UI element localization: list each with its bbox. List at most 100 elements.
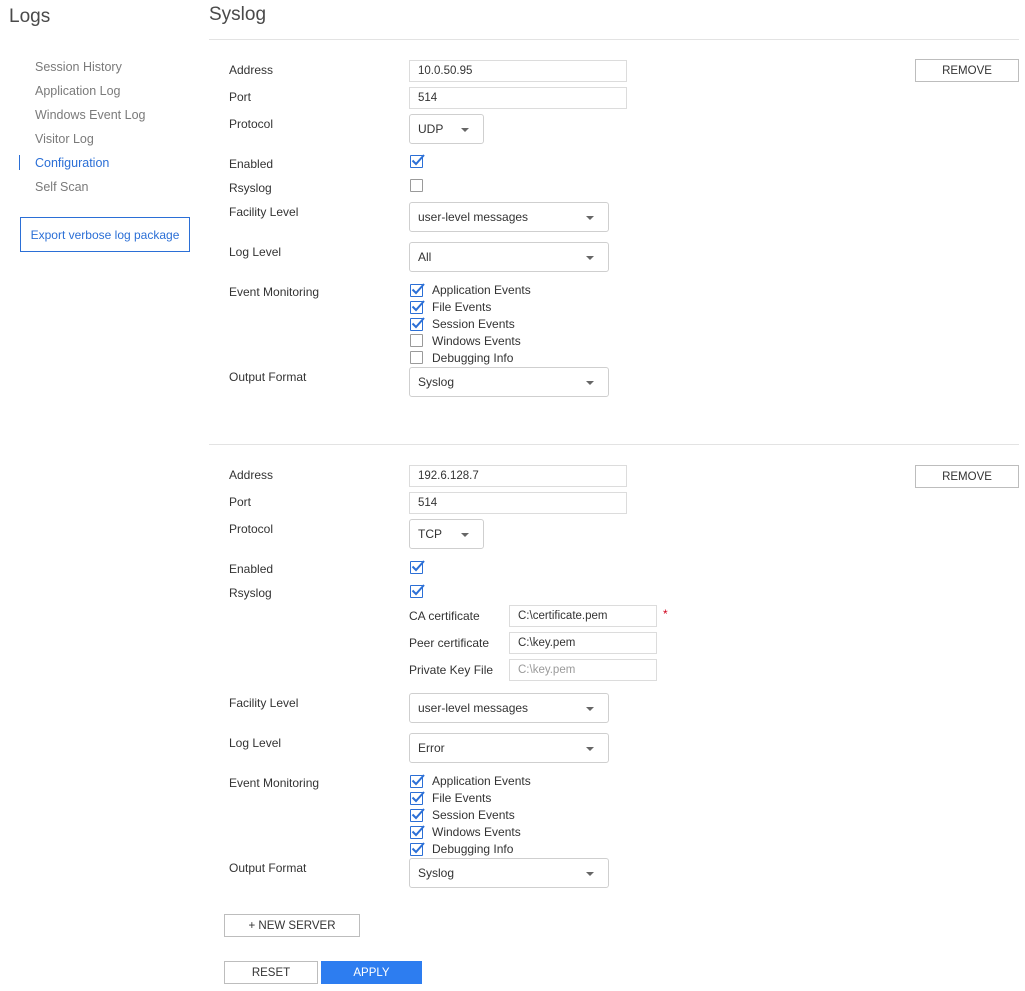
address-input[interactable]: 192.6.128.7 bbox=[409, 465, 627, 487]
event-monitoring-label: Event Monitoring bbox=[229, 776, 320, 790]
log-level-label: Log Level bbox=[229, 245, 282, 259]
address-label: Address bbox=[229, 63, 274, 77]
private-key-file-label: Private Key File bbox=[409, 663, 494, 677]
session-events-checkbox[interactable] bbox=[410, 808, 425, 822]
output-format-select[interactable]: Syslog bbox=[409, 858, 609, 888]
facility-level-select[interactable]: user-level messages bbox=[409, 202, 609, 232]
facility-level-label: Facility Level bbox=[229, 696, 299, 710]
sidebar-title: Logs bbox=[9, 6, 51, 27]
output-format-select[interactable]: Syslog bbox=[409, 367, 609, 397]
rsyslog-checkbox[interactable] bbox=[410, 584, 425, 598]
debugging-info-label: Debugging Info bbox=[432, 842, 514, 856]
enabled-checkbox[interactable] bbox=[410, 560, 425, 574]
required-indicator: * bbox=[663, 607, 668, 621]
debugging-info-checkbox[interactable] bbox=[410, 351, 423, 364]
peer-certificate-input[interactable]: C:\key.pem bbox=[509, 632, 657, 654]
windows-events-label: Windows Events bbox=[432, 334, 521, 348]
facility-level-value: user-level messages bbox=[418, 210, 529, 224]
enabled-checkbox[interactable] bbox=[410, 154, 425, 168]
active-nav-marker bbox=[19, 155, 20, 170]
port-input[interactable]: 514 bbox=[409, 492, 627, 514]
session-events-label: Session Events bbox=[432, 808, 515, 822]
session-events-label: Session Events bbox=[432, 317, 515, 331]
log-level-select[interactable]: All bbox=[409, 242, 609, 272]
new-server-button[interactable]: + NEW SERVER bbox=[224, 914, 360, 937]
sidebar-item-application-log[interactable]: Application Log bbox=[35, 83, 120, 99]
header-divider bbox=[209, 39, 1019, 40]
private-key-file-input[interactable]: C:\key.pem bbox=[509, 659, 657, 681]
log-level-select[interactable]: Error bbox=[409, 733, 609, 763]
windows-events-checkbox[interactable] bbox=[410, 825, 425, 839]
log-level-label: Log Level bbox=[229, 736, 282, 750]
enabled-label: Enabled bbox=[229, 562, 274, 576]
file-events-checkbox[interactable] bbox=[410, 791, 425, 805]
page-title: Syslog bbox=[209, 4, 267, 25]
sidebar-item-windows-event-log[interactable]: Windows Event Log bbox=[35, 107, 145, 123]
protocol-select[interactable]: UDP bbox=[409, 114, 484, 144]
remove-server-button[interactable]: REMOVE bbox=[915, 59, 1019, 82]
port-input[interactable]: 514 bbox=[409, 87, 627, 109]
log-level-value: Error bbox=[418, 741, 445, 755]
event-monitoring-label: Event Monitoring bbox=[229, 285, 320, 299]
facility-level-select[interactable]: user-level messages bbox=[409, 693, 609, 723]
enabled-label: Enabled bbox=[229, 157, 274, 171]
protocol-label: Protocol bbox=[229, 117, 274, 131]
file-events-label: File Events bbox=[432, 791, 492, 805]
rsyslog-label: Rsyslog bbox=[229, 586, 272, 600]
output-format-value: Syslog bbox=[418, 375, 455, 389]
output-format-value: Syslog bbox=[418, 866, 455, 880]
windows-events-label: Windows Events bbox=[432, 825, 521, 839]
rsyslog-checkbox[interactable] bbox=[410, 179, 423, 192]
checkmark-icon bbox=[411, 808, 425, 820]
session-events-checkbox[interactable] bbox=[410, 317, 425, 331]
application-events-checkbox[interactable] bbox=[410, 774, 425, 788]
address-label: Address bbox=[229, 468, 274, 482]
port-label: Port bbox=[229, 90, 252, 104]
facility-level-label: Facility Level bbox=[229, 205, 299, 219]
protocol-value: TCP bbox=[418, 527, 442, 541]
debugging-info-checkbox[interactable] bbox=[410, 842, 425, 856]
ca-certificate-label: CA certificate bbox=[409, 609, 480, 623]
protocol-select[interactable]: TCP bbox=[409, 519, 484, 549]
checkmark-icon bbox=[411, 584, 425, 596]
reset-button[interactable]: RESET bbox=[224, 961, 318, 984]
chevron-down-icon bbox=[586, 707, 594, 711]
debugging-info-label: Debugging Info bbox=[432, 351, 514, 365]
chevron-down-icon bbox=[461, 128, 469, 132]
chevron-down-icon bbox=[586, 872, 594, 876]
application-events-label: Application Events bbox=[432, 774, 531, 788]
ca-certificate-input[interactable]: C:\certificate.pem bbox=[509, 605, 657, 627]
sidebar-item-visitor-log[interactable]: Visitor Log bbox=[35, 131, 94, 147]
chevron-down-icon bbox=[461, 533, 469, 537]
checkmark-icon bbox=[411, 560, 425, 572]
checkmark-icon bbox=[411, 317, 425, 329]
address-input[interactable]: 10.0.50.95 bbox=[409, 60, 627, 82]
protocol-label: Protocol bbox=[229, 522, 274, 536]
application-events-checkbox[interactable] bbox=[410, 283, 425, 297]
sidebar-item-self-scan[interactable]: Self Scan bbox=[35, 179, 89, 195]
chevron-down-icon bbox=[586, 381, 594, 385]
sidebar-item-session-history[interactable]: Session History bbox=[35, 59, 122, 75]
log-level-value: All bbox=[418, 250, 432, 264]
output-format-label: Output Format bbox=[229, 861, 307, 875]
peer-certificate-label: Peer certificate bbox=[409, 636, 490, 650]
chevron-down-icon bbox=[586, 747, 594, 751]
sidebar-item-configuration[interactable]: Configuration bbox=[35, 155, 109, 171]
file-events-checkbox[interactable] bbox=[410, 300, 425, 314]
windows-events-checkbox[interactable] bbox=[410, 334, 423, 347]
chevron-down-icon bbox=[586, 216, 594, 220]
application-events-label: Application Events bbox=[432, 283, 531, 297]
remove-server-button[interactable]: REMOVE bbox=[915, 465, 1019, 488]
checkmark-icon bbox=[411, 774, 425, 786]
output-format-label: Output Format bbox=[229, 370, 307, 384]
port-label: Port bbox=[229, 495, 252, 509]
checkmark-icon bbox=[411, 154, 425, 166]
server-divider bbox=[209, 444, 1019, 445]
rsyslog-label: Rsyslog bbox=[229, 181, 272, 195]
apply-button[interactable]: APPLY bbox=[321, 961, 422, 984]
protocol-value: UDP bbox=[418, 122, 444, 136]
chevron-down-icon bbox=[586, 256, 594, 260]
checkmark-icon bbox=[411, 791, 425, 803]
export-verbose-log-button[interactable]: Export verbose log package bbox=[20, 217, 190, 252]
checkmark-icon bbox=[411, 825, 425, 837]
